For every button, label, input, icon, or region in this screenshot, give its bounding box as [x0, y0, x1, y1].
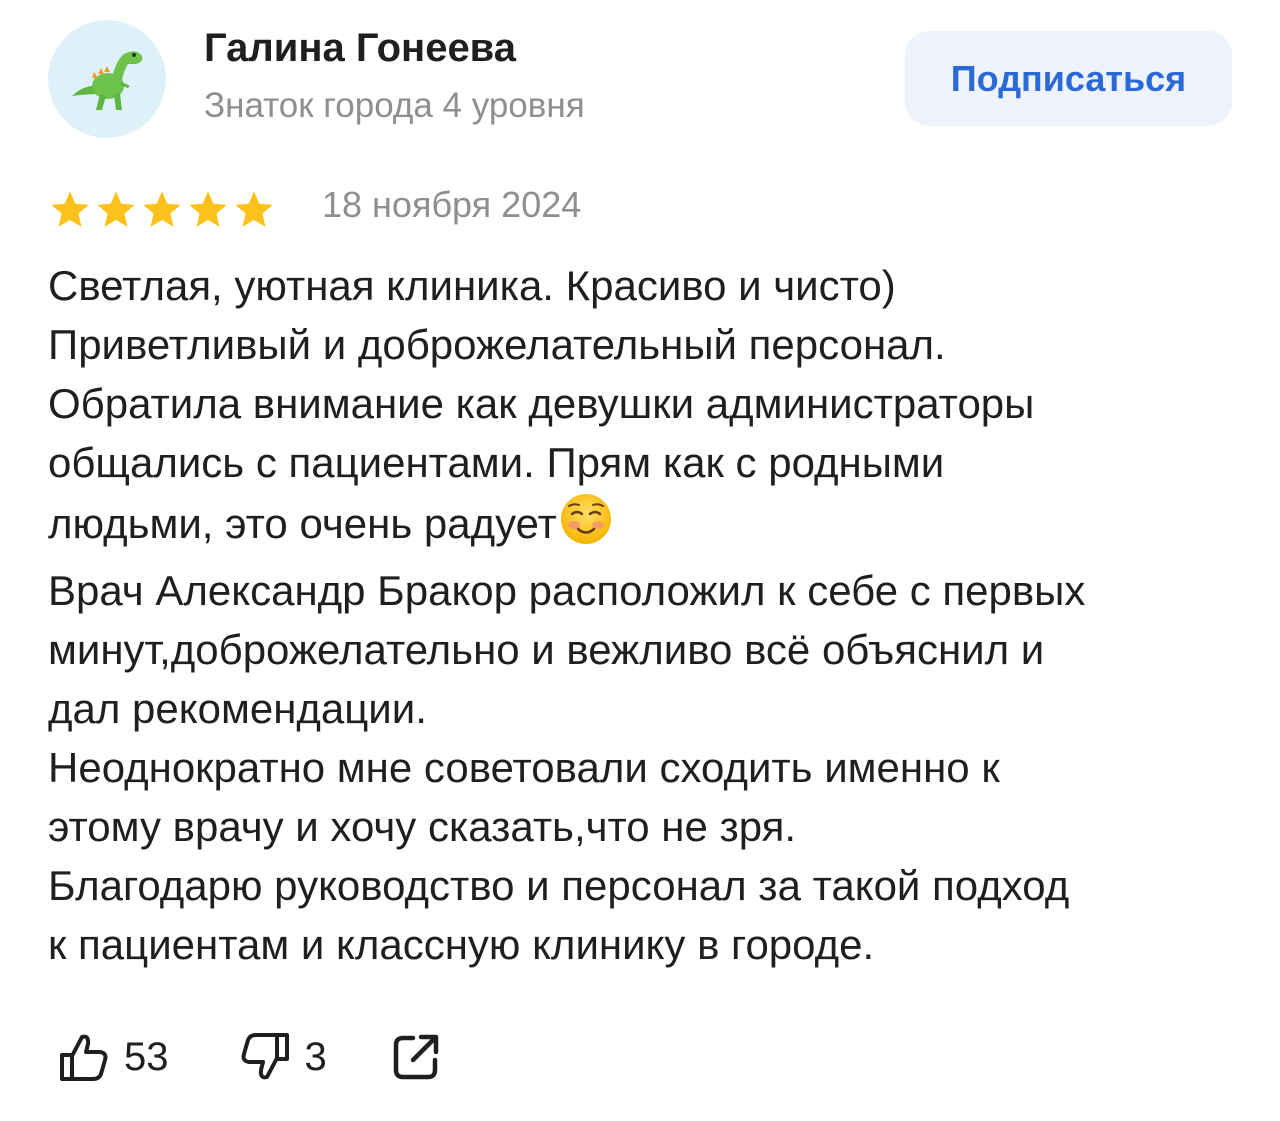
- review-line: этому врачу и хочу сказать,что не зря.: [48, 803, 797, 850]
- review-text: Светлая, уютная клиника. Красиво и чисто…: [48, 256, 1248, 974]
- review-actions: 53 3: [56, 1026, 443, 1088]
- dislike-button[interactable]: 3: [237, 1029, 327, 1085]
- review-line: минут,доброжелательно и вежливо всё объя…: [48, 626, 1045, 673]
- review-card: Галина Гонеева Знаток города 4 уровня По…: [0, 0, 1280, 1121]
- star-rating: [48, 188, 276, 232]
- review-line: Благодарю руководство и персонал за тако…: [48, 862, 1070, 909]
- subscribe-button[interactable]: Подписаться: [905, 31, 1232, 126]
- share-button[interactable]: [389, 1030, 443, 1084]
- review-line: Приветливый и доброжелательный персонал.: [48, 321, 946, 368]
- like-count: 53: [124, 1034, 169, 1079]
- review-line: к пациентам и классную клинику в городе.: [48, 921, 875, 968]
- smiling-face-icon: [559, 492, 613, 561]
- share-icon: [393, 1034, 438, 1080]
- review-line: общались с пациентами. Прям как с родным…: [48, 439, 945, 486]
- author-level: Знаток города 4 уровня: [204, 86, 585, 125]
- review-date: 18 ноября 2024: [322, 184, 582, 225]
- dislike-count: 3: [304, 1034, 327, 1079]
- dinosaur-icon: [72, 51, 143, 110]
- review-line: людьми, это очень радует: [48, 500, 557, 547]
- star-icon: [51, 191, 89, 227]
- star-icon: [143, 191, 181, 227]
- review-line: Светлая, уютная клиника. Красиво и чисто…: [48, 262, 896, 309]
- review-line: Обратила внимание как девушки администра…: [48, 380, 1035, 427]
- thumbs-up-icon: [60, 1034, 108, 1081]
- avatar[interactable]: [48, 20, 166, 138]
- like-button[interactable]: 53: [56, 1029, 169, 1085]
- star-icon: [235, 191, 273, 227]
- review-line: Неоднократно мне советовали сходить имен…: [48, 744, 1000, 791]
- star-icon: [189, 191, 227, 227]
- review-line: Врач Александр Бракор расположил к себе …: [48, 567, 1086, 614]
- thumbs-down-icon: [241, 1033, 289, 1080]
- star-icon: [97, 191, 135, 227]
- review-line-with-emoji: людьми, это очень радует: [48, 492, 1248, 561]
- review-line: дал рекомендации.: [48, 685, 427, 732]
- author-name[interactable]: Галина Гонеева: [204, 26, 516, 71]
